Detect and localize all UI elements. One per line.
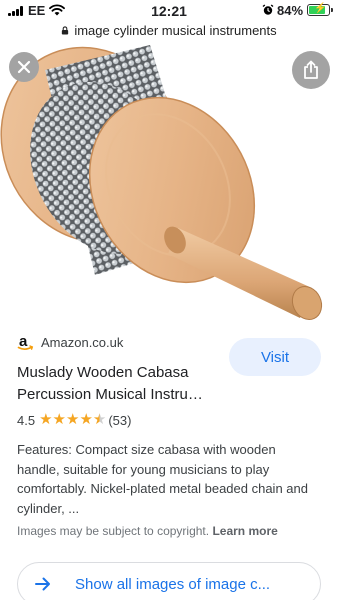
url-bar[interactable]: image cylinder musical instruments <box>0 20 338 40</box>
close-button[interactable] <box>9 52 39 82</box>
result-description: Features: Compact size cabasa with woode… <box>17 442 308 516</box>
title-line-2: Percussion Musical Instru… <box>17 386 203 403</box>
title-line-1: Muslady Wooden Cabasa <box>17 364 189 381</box>
visit-button[interactable]: Visit <box>229 338 321 376</box>
star-icon: ★ <box>52 411 66 428</box>
source-name: Amazon.co.uk <box>41 335 124 350</box>
lock-icon <box>62 25 69 35</box>
rating: 4.5 ★ ★ ★ ★ ★ (53) <box>17 412 131 428</box>
result-details: a Amazon.co.uk Visit Muslady Wooden Caba… <box>0 322 338 600</box>
star-icon: ★ <box>65 411 80 428</box>
share-icon <box>304 60 318 79</box>
share-button[interactable] <box>292 51 330 89</box>
copyright-notice: Images may be subject to copyright. Lear… <box>17 524 278 538</box>
battery-icon: ⚡ <box>307 3 333 16</box>
show-all-images-button[interactable]: Show all images of image c... <box>17 562 321 600</box>
star-icon: ★ <box>79 411 93 428</box>
alarm-icon <box>262 4 274 15</box>
arrow-right-icon <box>35 577 50 591</box>
review-count: (53) <box>108 412 132 428</box>
url-text: image cylinder musical instruments <box>74 22 277 38</box>
star-icon: ★ <box>39 411 53 428</box>
copyright-text: Images may be subject to copyright. <box>17 524 210 538</box>
result-title[interactable]: Muslady Wooden Cabasa Percussion Musical… <box>17 362 217 406</box>
rating-value: 4.5 <box>17 412 36 428</box>
image-preview[interactable] <box>0 40 338 322</box>
source-site[interactable]: a Amazon.co.uk <box>17 334 123 351</box>
amazon-logo-icon: a <box>17 334 34 350</box>
show-all-label: Show all images of image c... <box>75 575 271 593</box>
cabasa-image <box>0 45 323 321</box>
learn-more-link[interactable]: Learn more <box>212 524 277 538</box>
battery-percentage: 84% <box>277 3 304 18</box>
rating-stars: ★ ★ ★ ★ ★ <box>39 412 106 428</box>
status-bar: EE 12:21 84% ⚡ <box>0 0 338 22</box>
close-icon <box>17 60 31 74</box>
star-icon: ★ <box>92 411 107 428</box>
